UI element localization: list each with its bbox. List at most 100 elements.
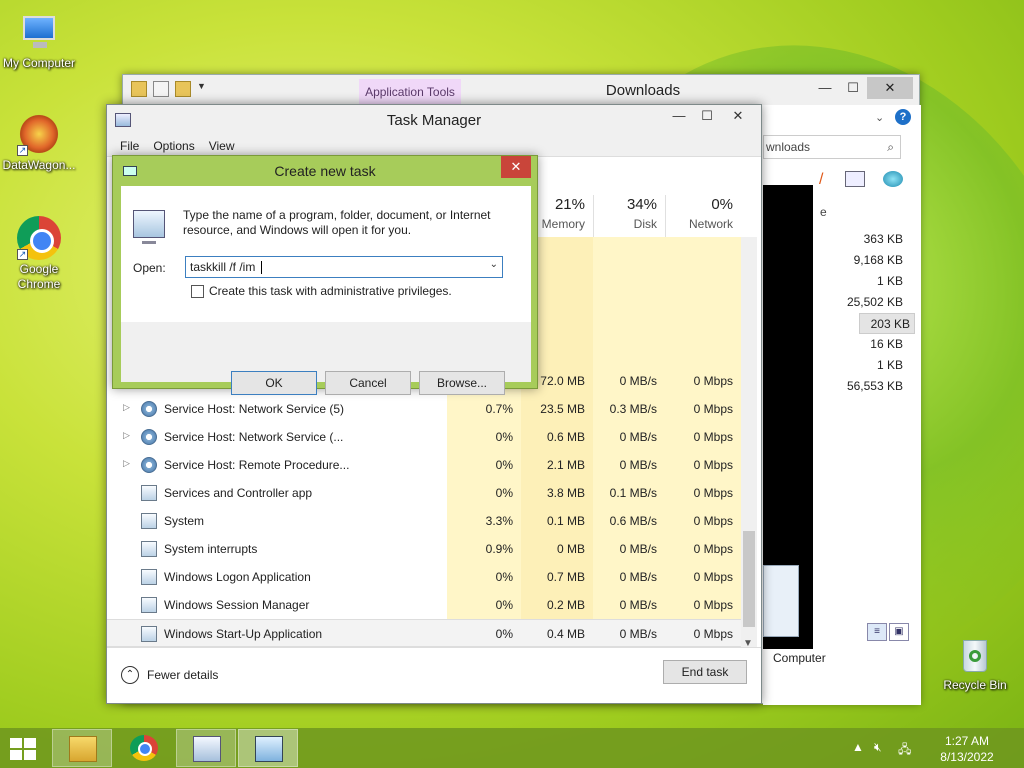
table-row[interactable]: ▷ Service Host: Remote Procedure... 0% 2.1 …	[107, 451, 747, 479]
end-task-button[interactable]: End task	[663, 660, 747, 684]
cell-memory: 3.8 MB	[546, 486, 585, 500]
file-size[interactable]: 16 KB	[823, 334, 915, 355]
details-view-icon[interactable]: ≡	[867, 623, 887, 641]
process-name: System	[164, 514, 205, 528]
file-size[interactable]: 9,168 KB	[823, 250, 915, 271]
preview-pane	[763, 185, 813, 649]
table-row[interactable]: ▷ Service Host: Network Service (5) 0.7% 23…	[107, 395, 747, 423]
search-icon: ⌕	[887, 140, 894, 154]
cell-disk: 0 MB/s	[619, 542, 657, 556]
task-manager-titlebar[interactable]: Task Manager — ☐ ✕	[107, 105, 761, 135]
search-box-text: wnloads	[766, 140, 811, 154]
clock[interactable]: 1:27 AM 8/13/2022	[932, 733, 1002, 765]
vertical-scrollbar[interactable]: ▼	[741, 237, 757, 649]
start-button[interactable]	[10, 738, 38, 760]
table-row[interactable]: System interrupts 0.9% 0 MB 0 MB/s 0 Mbps	[107, 535, 747, 563]
ribbon-collapse-icon[interactable]: ⌄	[875, 111, 884, 124]
cell-memory: 2.1 MB	[546, 458, 585, 472]
run-program-icon	[133, 210, 165, 244]
chevron-down-icon[interactable]: ▼	[197, 81, 206, 97]
browse-button[interactable]: Browse...	[419, 371, 505, 395]
cell-disk: 0 MB/s	[619, 430, 657, 444]
taskbar-chrome[interactable]	[114, 729, 174, 767]
menu-view[interactable]: View	[209, 135, 235, 156]
process-name: Windows Start-Up Application	[164, 627, 323, 641]
edit-icon[interactable]: /	[819, 171, 839, 188]
desktop-icon-my-computer[interactable]: My Computer	[0, 10, 78, 71]
close-button[interactable]: ✕	[501, 156, 531, 178]
properties-icon[interactable]	[153, 81, 169, 97]
help-icon[interactable]: ?	[895, 109, 911, 125]
table-row[interactable]: Windows Start-Up Application 0% 0.4 MB 0 MB…	[107, 619, 747, 647]
table-row[interactable]: System 3.3% 0.1 MB 0.6 MB/s 0 Mbps	[107, 507, 747, 535]
menu-file[interactable]: File	[120, 135, 139, 156]
table-row[interactable]: ▷ Service Host: Network Service (... 0% 0.6…	[107, 423, 747, 451]
cell-network: 0 Mbps	[693, 570, 733, 584]
open-combobox[interactable]: taskkill /f /im ⌄	[185, 256, 503, 278]
gear-icon	[141, 401, 157, 417]
dialog-titlebar[interactable]: Create new task ✕	[113, 156, 537, 186]
shell-icon[interactable]	[883, 171, 903, 187]
column-header-network[interactable]: 0% Network	[665, 195, 741, 237]
preview-pane-icon[interactable]	[845, 171, 865, 187]
file-size[interactable]: 1 KB	[823, 355, 915, 376]
desktop-icon-datawagon[interactable]: ↗ DataWagon...	[0, 112, 78, 173]
expand-arrow-icon[interactable]: ▷	[123, 430, 130, 441]
nav-item-computer[interactable]: Computer	[773, 651, 826, 665]
large-icons-view-icon[interactable]: ▣	[889, 623, 909, 641]
file-size[interactable]: 25,502 KB	[823, 292, 915, 313]
expand-arrow-icon[interactable]: ▷	[123, 458, 130, 469]
open-input-text[interactable]: taskkill /f /im	[190, 257, 262, 277]
close-button[interactable]: ✕	[867, 77, 913, 99]
cell-disk: 0 MB/s	[619, 374, 657, 388]
cell-network: 0 Mbps	[693, 374, 733, 388]
scrollbar-thumb[interactable]	[743, 531, 755, 627]
minimize-button[interactable]: —	[811, 77, 839, 99]
create-new-task-dialog[interactable]: Create new task ✕ Type the name of a pro…	[112, 155, 538, 395]
network-label: Network	[688, 217, 733, 231]
desktop-icon-google-chrome[interactable]: ↗ Google Chrome	[0, 216, 78, 292]
minimize-button[interactable]: —	[665, 105, 693, 127]
fewer-details-label: Fewer details	[147, 668, 219, 682]
window-controls: — ☐ ✕	[811, 77, 913, 99]
datawagon-icon: ↗	[17, 112, 61, 156]
folder-icon[interactable]	[131, 81, 147, 97]
cell-memory: 0.7 MB	[546, 570, 585, 584]
cell-network: 0 Mbps	[693, 598, 733, 612]
taskbar-task-manager[interactable]	[176, 729, 236, 767]
ok-button[interactable]: OK	[231, 371, 317, 395]
file-size[interactable]: 56,553 KB	[823, 376, 915, 397]
network-icon[interactable]: 🖧︎	[898, 740, 911, 761]
app-window-icon	[141, 485, 157, 501]
taskbar-file-explorer[interactable]	[52, 729, 112, 767]
chevron-down-icon[interactable]: ⌄	[490, 259, 498, 270]
taskbar-run[interactable]	[238, 729, 298, 767]
expand-arrow-icon[interactable]: ▷	[123, 402, 130, 413]
new-folder-icon[interactable]	[175, 81, 191, 97]
maximize-button[interactable]: ☐	[839, 77, 867, 99]
task-manager-icon	[193, 736, 221, 762]
table-row[interactable]: Services and Controller app 0% 3.8 MB 0.1 M…	[107, 479, 747, 507]
column-header-disk[interactable]: 34% Disk	[593, 195, 665, 237]
file-size[interactable]: 363 KB	[823, 229, 915, 250]
admin-privileges-checkbox[interactable]	[191, 284, 204, 298]
fewer-details-button[interactable]: ⌃ Fewer details	[121, 666, 218, 684]
desktop-icon-recycle-bin[interactable]: Recycle Bin	[936, 632, 1014, 693]
table-row[interactable]: Windows Logon Application 0% 0.7 MB 0 MB/s 0…	[107, 563, 747, 591]
file-size[interactable]: 1 KB	[823, 271, 915, 292]
contextual-tab-application-tools[interactable]: Application Tools	[359, 79, 461, 105]
table-row[interactable]: Windows Session Manager 0% 0.2 MB 0 MB/s 0 M…	[107, 591, 747, 619]
close-button[interactable]: ✕	[721, 105, 755, 127]
search-box[interactable]: wnloads ⌕	[763, 135, 901, 159]
menu-options[interactable]: Options	[153, 135, 194, 156]
file-size-selected[interactable]: 203 KB	[859, 313, 915, 334]
maximize-button[interactable]: ☐	[693, 105, 721, 127]
show-hidden-icons-icon[interactable]: ▲	[852, 740, 864, 754]
cancel-button[interactable]: Cancel	[325, 371, 411, 395]
admin-privileges-option[interactable]: Create this task with administrative pri…	[191, 284, 452, 298]
window-title: Downloads	[605, 82, 681, 99]
volume-muted-icon[interactable]: 🔇︎	[874, 740, 882, 755]
window-controls: — ☐ ✕	[665, 105, 755, 127]
explorer-titlebar[interactable]: ▼ Application Tools Downloads — ☐ ✕	[123, 75, 919, 105]
dialog-button-bar: OK Cancel Browse...	[121, 322, 531, 395]
